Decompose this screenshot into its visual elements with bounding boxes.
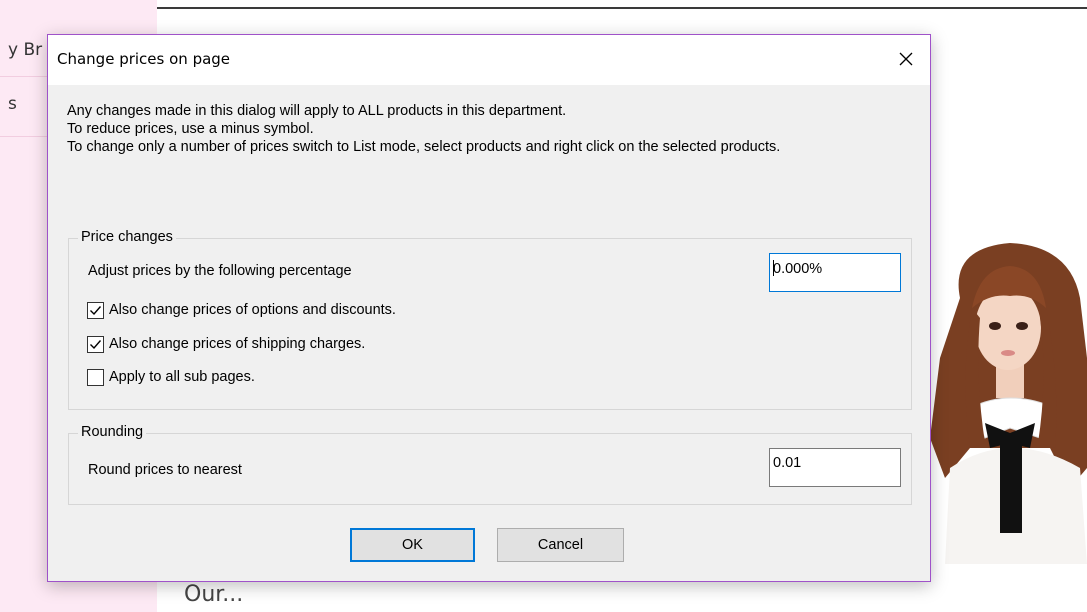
checkmark-icon [90,306,102,316]
close-icon [899,52,913,66]
background-top-rule [157,7,1087,9]
adjust-percentage-label: Adjust prices by the following percentag… [88,263,352,279]
intro-text: Any changes made in this dialog will app… [67,102,917,156]
adjust-percentage-value: 0.000% [773,261,823,277]
dialog-titlebar[interactable]: Change prices on page [48,35,930,85]
close-button[interactable] [884,35,930,85]
intro-line: Any changes made in this dialog will app… [67,103,567,119]
shipping-charges-label: Also change prices of shipping charges. [109,336,366,352]
round-nearest-input[interactable]: 0.01 [769,448,901,487]
rounding-group: Rounding Round prices to nearest 0.01 [68,424,912,505]
price-changes-group: Price changes Adjust prices by the follo… [68,229,912,410]
sub-pages-label: Apply to all sub pages. [109,369,255,385]
sub-pages-checkbox[interactable] [87,369,104,386]
rounding-legend: Rounding [78,424,147,440]
product-photo [930,238,1087,564]
options-discounts-checkbox[interactable] [87,302,104,319]
round-nearest-label: Round prices to nearest [88,462,242,478]
cancel-button[interactable]: Cancel [497,528,624,562]
sidebar-link-2[interactable]: s [8,94,17,114]
shipping-charges-checkbox[interactable] [87,336,104,353]
checkmark-icon [90,340,102,350]
options-discounts-label: Also change prices of options and discou… [109,302,396,318]
ok-button[interactable]: OK [350,528,475,562]
background-footer-heading: Our... [184,582,244,607]
intro-line: To change only a number of prices switch… [67,139,781,155]
round-nearest-value: 0.01 [773,455,802,471]
dialog-title: Change prices on page [57,50,231,68]
change-prices-dialog: Change prices on page Any changes made i… [47,34,931,582]
price-changes-legend: Price changes [78,229,176,245]
adjust-percentage-input[interactable]: 0.000% [769,253,901,292]
sidebar-link-1[interactable]: y Br [8,40,42,60]
intro-line: To reduce prices, use a minus symbol. [67,121,314,137]
